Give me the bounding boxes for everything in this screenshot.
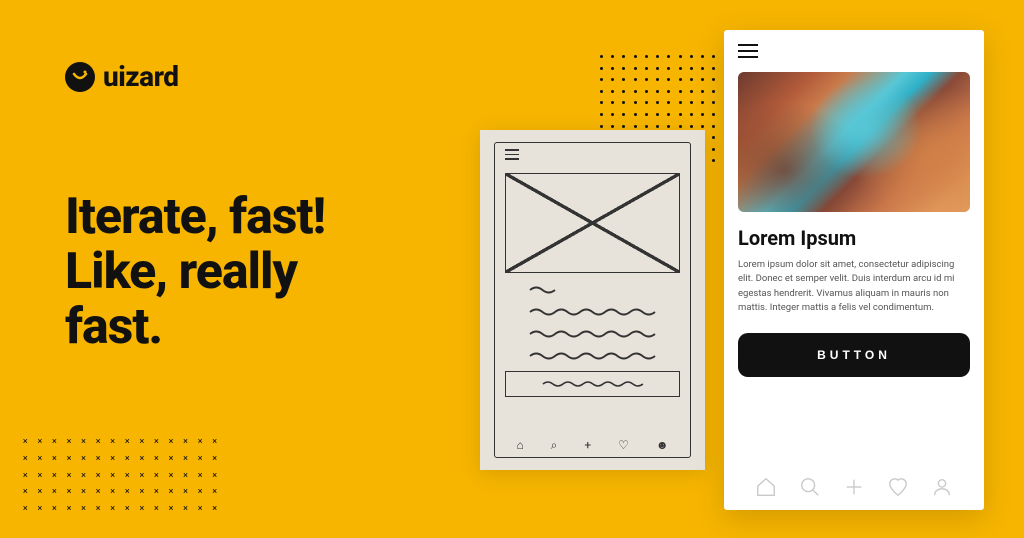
sketch-body-line (505, 351, 680, 361)
cross-pattern: ××××××××××××××××××××××××××××××××××××××××… (20, 438, 220, 518)
sketch-wireframe-card: ⌂ ⌕ + ♡ ☻ (480, 130, 705, 470)
sketch-frame: ⌂ ⌕ + ♡ ☻ (494, 142, 691, 458)
sketch-body-line (505, 307, 680, 317)
sketch-plus-icon: + (584, 438, 591, 453)
hero-image (738, 72, 970, 212)
sketch-body-line (505, 329, 680, 339)
logo-text: uizard (103, 60, 179, 93)
sketch-image-placeholder (505, 173, 680, 273)
card-title: Lorem Ipsum (738, 226, 970, 250)
headline: Iterate, fast! Like, really fast. (65, 190, 325, 355)
logo-mark-icon (65, 62, 95, 92)
heart-icon[interactable] (887, 476, 909, 498)
sketch-tabbar: ⌂ ⌕ + ♡ ☻ (503, 438, 682, 453)
sketch-button-placeholder (505, 371, 680, 397)
sketch-user-icon: ☻ (656, 438, 669, 453)
sketch-heart-icon: ♡ (618, 438, 629, 453)
sketch-search-icon: ⌕ (551, 438, 558, 453)
sketch-title-line (505, 285, 680, 295)
card-body-text: Lorem ipsum dolor sit amet, consectetur … (738, 258, 970, 315)
plus-icon[interactable] (843, 476, 865, 498)
search-icon[interactable] (799, 476, 821, 498)
hamburger-menu-icon[interactable] (738, 44, 758, 58)
user-icon[interactable] (931, 476, 953, 498)
primary-button[interactable]: BUTTON (738, 333, 970, 377)
sketch-home-icon: ⌂ (516, 438, 523, 453)
sketch-hamburger-icon (505, 149, 519, 160)
digital-mockup-card: Lorem Ipsum Lorem ipsum dolor sit amet, … (724, 30, 984, 510)
home-icon[interactable] (755, 476, 777, 498)
brand-logo: uizard (65, 60, 179, 93)
bottom-tabbar (738, 462, 970, 510)
